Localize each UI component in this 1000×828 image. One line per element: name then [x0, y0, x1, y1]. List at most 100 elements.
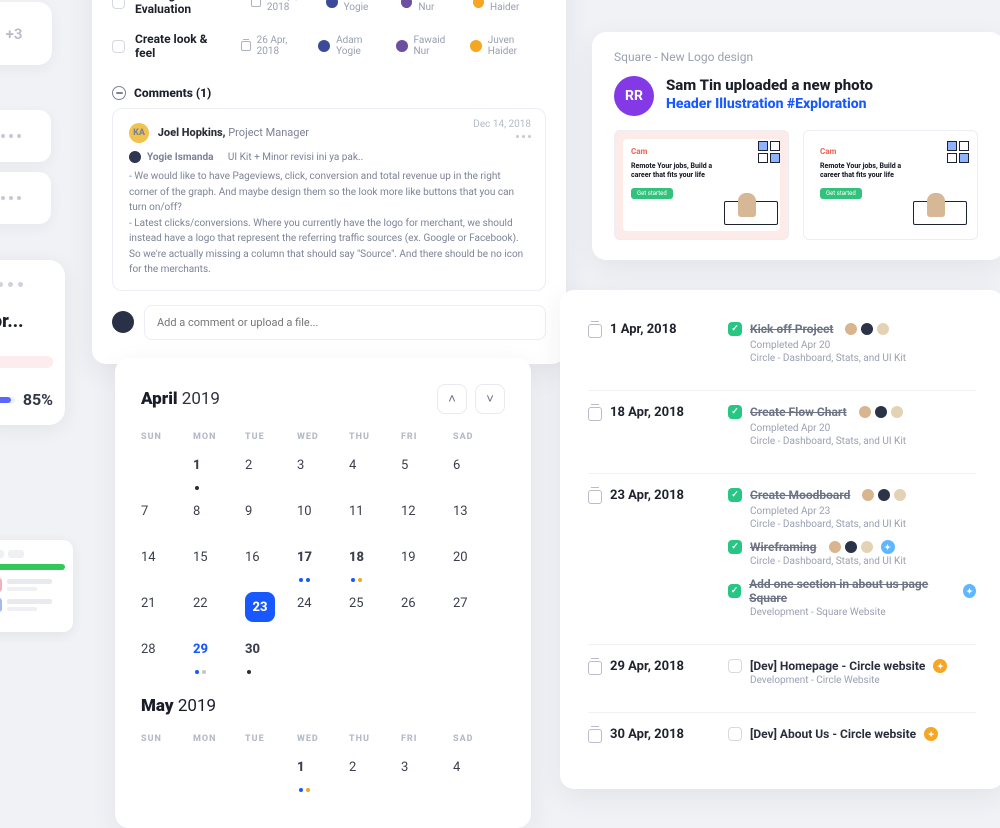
ellipsis-card[interactable]	[0, 110, 51, 162]
checkbox-icon[interactable]	[112, 40, 125, 53]
agenda-item[interactable]: Wireframing✦Circle - Dashboard, Stats, a…	[728, 540, 976, 577]
avatar-icon	[396, 40, 408, 52]
checkbox-icon[interactable]	[728, 488, 742, 502]
calendar-day[interactable]: 6	[453, 454, 505, 486]
calendar-day[interactable]: 24	[297, 592, 349, 624]
checkbox-icon[interactable]	[728, 405, 742, 419]
agenda-item[interactable]: Create MoodboardCompleted Apr 23Circle -…	[728, 488, 976, 540]
overflow-chip[interactable]: +3	[0, 2, 52, 65]
calendar-icon	[588, 324, 602, 338]
progress-percent: 85%	[23, 390, 53, 409]
calendar-day[interactable]	[245, 756, 297, 788]
cta-button: Get started	[631, 188, 673, 199]
agenda-item[interactable]: [Dev] About Us - Circle website✦	[728, 727, 976, 751]
calendar-day[interactable]	[401, 638, 453, 670]
drag-handle-icon[interactable]	[0, 282, 53, 287]
calendar-day[interactable]: 21	[141, 592, 193, 624]
calendar-day[interactable]: 12	[401, 500, 453, 532]
agenda-item[interactable]: Add one section in about us page Square✦…	[728, 577, 976, 628]
calendar-day[interactable]: 4	[349, 454, 401, 486]
calendar-day[interactable]: 4	[453, 756, 505, 788]
comment-subject: Yogie Ismanda UI Kit + Minor revisi ini …	[129, 151, 529, 163]
calendar-day[interactable]	[141, 454, 193, 486]
calendar-day[interactable]: 15	[193, 546, 245, 578]
calendar-day[interactable]: 3	[297, 454, 349, 486]
calendar-icon	[588, 407, 602, 421]
calendar-day[interactable]	[453, 638, 505, 670]
calendar-icon	[588, 729, 602, 743]
calendar-day[interactable]: 28	[141, 638, 193, 670]
calendar-grid[interactable]: 1234567891011121314151617181920212223242…	[141, 454, 505, 670]
checkbox-icon[interactable]	[728, 584, 741, 598]
calendar-day[interactable]: 19	[401, 546, 453, 578]
calendar-day[interactable]	[349, 638, 401, 670]
task-row[interactable]: Create look & feel 26 Apr, 2018 Adam Yog…	[112, 24, 546, 68]
progress-card: or... 85%	[0, 260, 65, 425]
avatar-icon	[318, 40, 330, 52]
calendar-day[interactable]: 29	[193, 638, 245, 670]
calendar-day[interactable]: 11	[349, 500, 401, 532]
comment-input[interactable]	[144, 305, 546, 340]
activity-link[interactable]: Header Illustration #Exploration	[666, 96, 873, 112]
calendar-day[interactable]: 18	[349, 546, 401, 578]
calendar-day[interactable]: 1	[193, 454, 245, 486]
calendar-day[interactable]: 7	[141, 500, 193, 532]
mini-preview-card	[0, 540, 73, 632]
ellipsis-card[interactable]	[0, 172, 51, 224]
attachment-thumb[interactable]: Cam Remote Your jobs, Build a career tha…	[614, 130, 789, 240]
checkbox-icon[interactable]	[728, 540, 742, 554]
calendar-icon	[588, 490, 602, 504]
calendar-day[interactable]	[141, 756, 193, 788]
attachment-thumb[interactable]: Cam Remote Your jobs, Build a career tha…	[803, 130, 978, 240]
calendar-day[interactable]: 25	[349, 592, 401, 624]
checkbox-icon[interactable]	[112, 0, 125, 9]
more-icon[interactable]	[516, 135, 531, 138]
calendar-day[interactable]: 16	[245, 546, 297, 578]
calendar-day[interactable]: 17	[297, 546, 349, 578]
calendar-day[interactable]: 20	[453, 546, 505, 578]
calendar-day[interactable]: 27	[453, 592, 505, 624]
calendar-day[interactable]: 10	[297, 500, 349, 532]
breadcrumb[interactable]: Square - New Logo design	[614, 50, 982, 64]
calendar-day[interactable]: 2	[349, 756, 401, 788]
prev-month-button[interactable]: ˄	[437, 384, 467, 414]
comments-heading: Comments (1)	[112, 86, 546, 100]
calendar-day[interactable]	[193, 756, 245, 788]
agenda-item[interactable]: [Dev] Homepage - Circle website✦Developm…	[728, 659, 976, 696]
avatar-icon	[129, 151, 141, 163]
task-row[interactable]: Testing & Evaluation 25 Apr, 2018 Adam Y…	[112, 0, 546, 24]
agenda-item[interactable]: Kick off ProjectCompleted Apr 20Circle -…	[728, 322, 976, 374]
calendar-day[interactable]: 22	[193, 592, 245, 624]
calendar-day[interactable]: 13	[453, 500, 505, 532]
checkbox-icon[interactable]	[728, 659, 742, 673]
badge-icon: ✦	[963, 584, 976, 598]
calendar-day[interactable]: 2	[245, 454, 297, 486]
calendar-day[interactable]: 5	[401, 454, 453, 486]
calendar-month: May 2019	[141, 696, 505, 716]
calendar-day[interactable]	[297, 638, 349, 670]
calendar-day[interactable]: 26	[401, 592, 453, 624]
agenda-date: 29 Apr, 2018	[588, 659, 708, 696]
comment-date: Dec 14, 2018	[473, 119, 531, 130]
card-title: or...	[0, 311, 53, 332]
calendar-day[interactable]: 1	[297, 756, 349, 788]
agenda-date: 30 Apr, 2018	[588, 727, 708, 751]
calendar-day[interactable]: 8	[193, 500, 245, 532]
checkbox-icon[interactable]	[728, 727, 742, 741]
calendar-day[interactable]: 3	[401, 756, 453, 788]
tag-pill	[0, 356, 53, 368]
calendar-day[interactable]: 9	[245, 500, 297, 532]
next-month-button[interactable]: ˅	[475, 384, 505, 414]
badge-icon: ✦	[933, 659, 947, 673]
weekday-header: SUNMONTUEWEDTHUFRISAD	[141, 734, 505, 744]
checkbox-icon[interactable]	[728, 322, 742, 336]
activity-title: Sam Tin uploaded a new photo	[666, 76, 873, 94]
comment-author: KA Joel Hopkins, Project Manager	[129, 123, 529, 143]
avatar-icon	[326, 0, 337, 8]
calendar-grid[interactable]: 1234	[141, 756, 505, 788]
calendar-day[interactable]: 14	[141, 546, 193, 578]
calendar-day[interactable]: 23	[245, 592, 297, 624]
avatar-icon	[473, 0, 484, 8]
calendar-day[interactable]: 30	[245, 638, 297, 670]
agenda-item[interactable]: Create Flow ChartCompleted Apr 20Circle …	[728, 405, 976, 457]
